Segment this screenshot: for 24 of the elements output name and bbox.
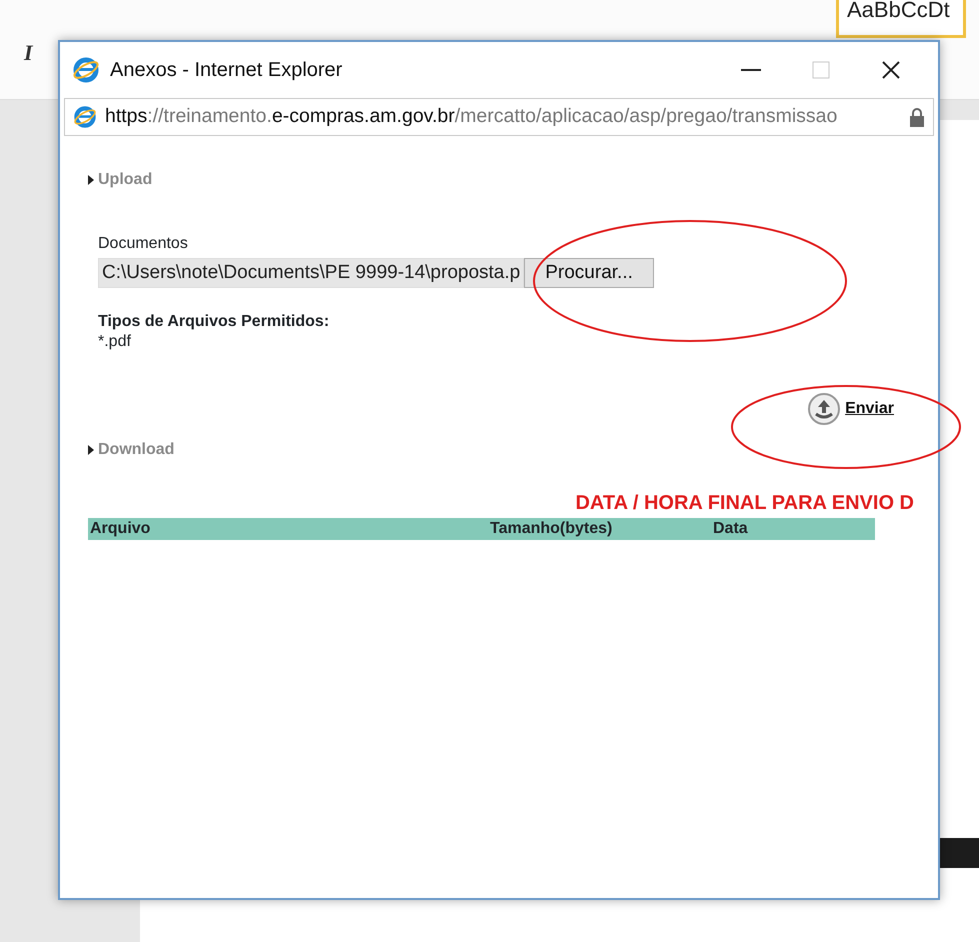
column-header: Data xyxy=(713,519,748,539)
minimize-icon xyxy=(741,69,761,71)
expand-triangle-icon xyxy=(88,175,94,185)
expand-triangle-icon xyxy=(88,445,94,455)
field-label: Documentos xyxy=(98,234,189,254)
browser-logo-icon xyxy=(73,105,97,129)
upload-icon[interactable] xyxy=(807,392,842,426)
url-text: https://treinamento.e-compras.am.gov.br/mercatto/aplicacao/asp/pregao/transmissao xyxy=(105,104,838,130)
close-icon xyxy=(882,61,900,79)
maximize-icon xyxy=(812,61,830,79)
column-header: Tamanho(bytes) xyxy=(490,519,614,539)
column-header: Arquivo xyxy=(90,519,152,539)
browser-logo-icon xyxy=(72,56,100,84)
allowed-types-label: Tipos de Arquivos Permitidos: xyxy=(98,312,330,332)
browse-button[interactable]: Procurar... xyxy=(524,258,654,288)
file-path-field[interactable]: C:\Users\note\Documents\PE 9999-14\proposta.p xyxy=(98,258,524,288)
allowed-types-value: *.pdf xyxy=(98,334,132,350)
deadline-notice: DATA / HORA FINAL PARA ENVIO D xyxy=(574,491,914,516)
lock-icon xyxy=(909,107,925,127)
send-link[interactable]: Enviar xyxy=(845,397,894,421)
style-preview[interactable]: AaBbCcDt xyxy=(836,0,966,38)
address-bar[interactable]: https://treinamento.e-compras.am.gov.br/mercatto/aplicacao/asp/pregao/transmissao xyxy=(64,98,934,136)
italic-button[interactable]: I xyxy=(20,36,37,69)
window-title: Anexos - Internet Explorer xyxy=(110,58,342,83)
